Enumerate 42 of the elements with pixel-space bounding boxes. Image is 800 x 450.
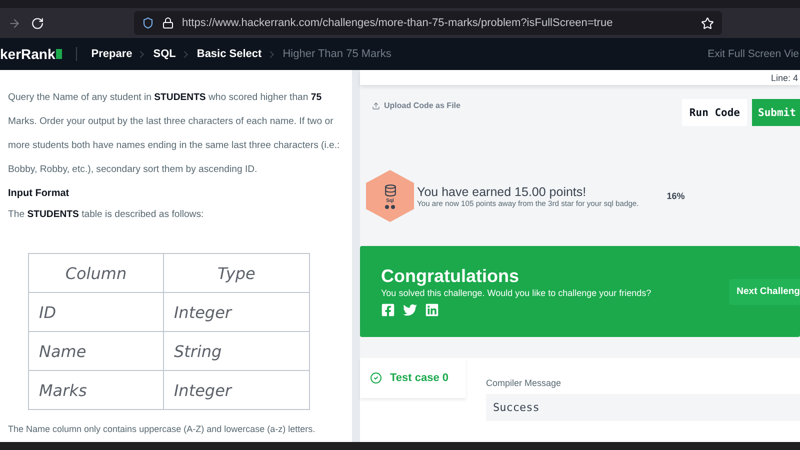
table-cell: Marks <box>28 370 164 410</box>
points-title: You have earned 15.00 points! <box>417 184 588 198</box>
site-logo[interactable]: kerRank <box>0 46 62 62</box>
section-heading: Input Format <box>8 188 70 199</box>
run-code-button[interactable]: Run Code <box>682 99 747 126</box>
table-cell: ID <box>28 292 164 332</box>
check-circle-icon <box>370 372 382 384</box>
table-cell: Name <box>28 332 164 370</box>
bookmark-star-icon[interactable] <box>701 16 714 30</box>
banner-title: Congratulations <box>381 266 520 287</box>
address-bar[interactable]: https://www.hackerrank.com/challenges/more-than-75-marks/problem?isFullScreen=true <box>134 11 722 35</box>
table-intro: The STUDENTS table is described as follows: <box>8 208 205 222</box>
line-indicator: Line: 4 <box>770 72 798 82</box>
problem-statement: Query the Name of any student in STUDENTS who scored higher than 75 Marks. Order your output by the last three characters of each name. If two or more students both have names ending in the same last three characters (i.e.: Bobby, Robby, etc.), secondary sort them by ascending ID. <box>8 91 341 177</box>
shield-icon[interactable] <box>142 17 154 29</box>
exit-fullscreen-link[interactable]: Exit Full Screen Vie <box>708 48 799 60</box>
lock-icon[interactable] <box>162 17 174 29</box>
compiler-label: Compiler Message <box>486 378 562 388</box>
compiler-output: Success <box>486 394 800 421</box>
table-cell: Integer <box>163 370 310 410</box>
twitter-icon[interactable] <box>403 303 417 317</box>
column-note: The Name column only contains uppercase (A-Z) and lowercase (a-z) letters. <box>8 424 316 434</box>
breadcrumb-link[interactable]: SQL <box>153 48 176 60</box>
breadcrumb-link[interactable]: Basic Select <box>196 48 262 60</box>
progress-percent: 16% <box>666 191 685 201</box>
upload-icon <box>372 102 380 110</box>
reload-icon[interactable] <box>31 16 44 30</box>
table-cell: Integer <box>163 292 310 332</box>
url-text: https://www.hackerrank.com/challenges/more-than-75-marks/problem?isFullScreen=true <box>182 17 614 29</box>
table-header: Type <box>163 254 310 292</box>
breadcrumb-link[interactable]: Prepare <box>91 48 132 60</box>
badge-dots-icon <box>385 204 395 208</box>
linkedin-icon[interactable] <box>425 303 439 317</box>
banner-message: You solved this challenge. Would you like to challenge your friends? <box>381 288 652 298</box>
table-header: Column <box>28 254 164 292</box>
upload-link[interactable]: Upload Code as File <box>372 101 460 110</box>
breadcrumb-link[interactable]: Higher Than 75 Marks <box>282 48 392 60</box>
database-icon <box>384 184 396 196</box>
facebook-icon[interactable] <box>381 303 395 317</box>
table-cell: String <box>163 332 310 370</box>
badge-hexagon <box>366 170 414 222</box>
forward-icon[interactable] <box>8 16 21 30</box>
